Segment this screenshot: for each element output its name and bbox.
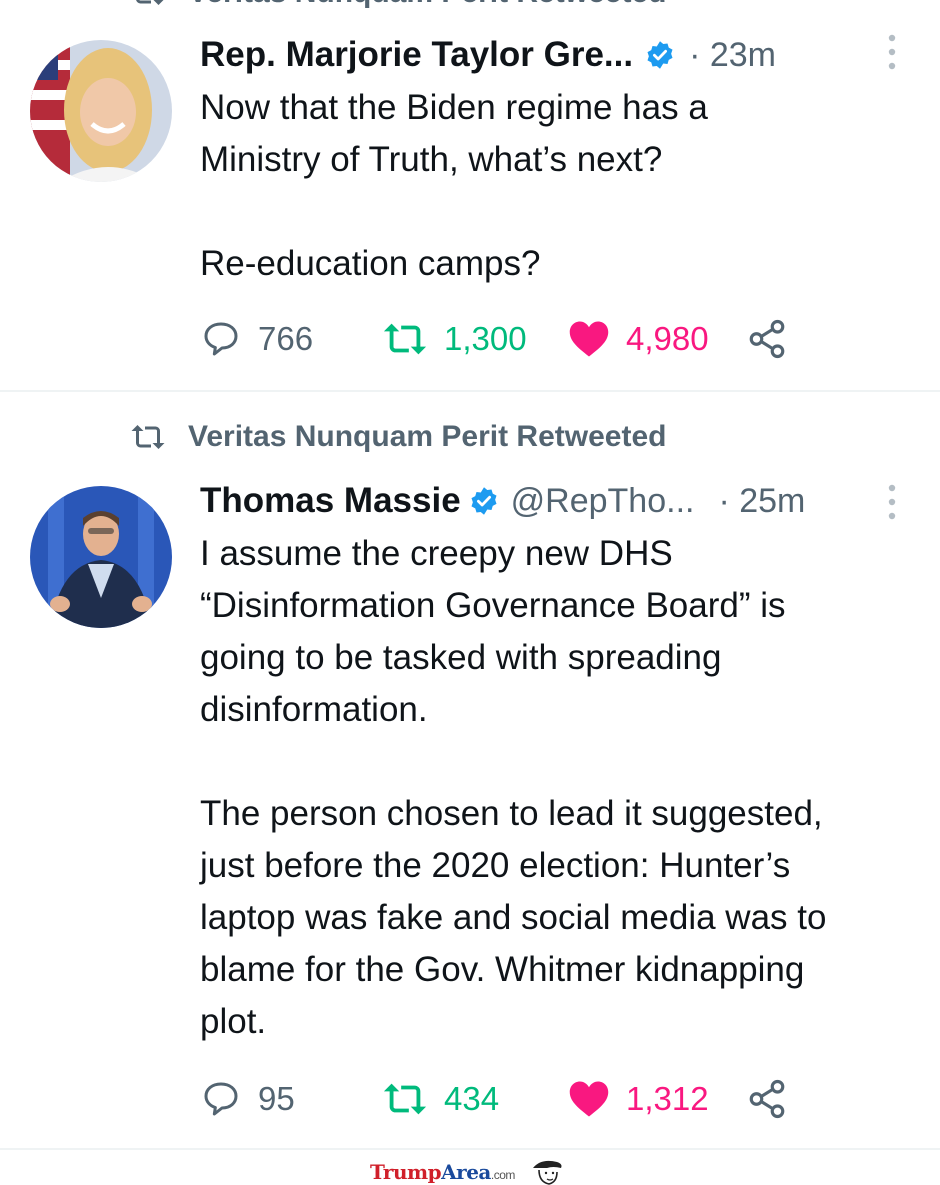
tweet-time[interactable]: · 23m [689,36,776,75]
retweet-header-top: Veritas Nunquam Perit Retweeted [130,0,666,10]
retweet-count: 1,300 [444,320,527,357]
caricature-icon [532,1160,562,1185]
reply-button[interactable]: 95 [200,1079,382,1119]
reply-button[interactable]: 766 [200,319,382,359]
reply-count: 766 [258,320,314,357]
heart-icon [569,1081,609,1117]
tweet-header: Thomas Massie @RepTho... · 25m [200,478,900,524]
reply-icon [204,322,238,356]
tweet-time[interactable]: · 25m [718,482,805,521]
tweet-text: Now that the Biden regime has a Ministry… [200,88,708,283]
tweet-divider [0,1148,940,1150]
retweet-button[interactable]: 1,300 [382,319,568,359]
watermark-part-2: Area [441,1160,491,1184]
avatar[interactable] [30,486,172,628]
verified-badge-icon [647,41,673,69]
watermark-part-3: .com [490,1168,516,1182]
heart-icon [569,321,609,357]
share-icon[interactable] [746,318,788,360]
tweet-divider [0,390,940,392]
share-icon[interactable] [746,1078,788,1120]
more-options-icon[interactable] [884,482,900,522]
avatar[interactable] [30,40,172,182]
watermark-part-1: Trump [370,1160,442,1184]
tweet-actions: 766 1,300 4,980 [200,314,900,364]
watermark: TrumpArea.com [370,1158,567,1185]
reply-count: 95 [258,1080,295,1117]
watermark-logo-text: TrumpArea.com [370,1160,515,1184]
author-name[interactable]: Rep. Marjorie Taylor Gre... [200,35,633,75]
retweet-icon [383,1083,427,1115]
retweet-header-top-label: Veritas Nunquam Perit Retweeted [188,0,666,10]
tweet-actions: 95 434 1,312 [200,1074,900,1124]
tweet-text: I assume the creepy new DHS “Disinformat… [200,534,827,1041]
retweet-icon [131,425,165,449]
retweet-icon [136,0,164,5]
like-count: 1,312 [626,1080,709,1117]
author-name[interactable]: Thomas Massie [200,481,461,521]
author-handle[interactable]: @RepTho... [511,482,695,521]
like-count: 4,980 [626,320,709,357]
retweet-header: Veritas Nunquam Perit Retweeted [130,418,666,456]
like-button[interactable]: 1,312 [568,1079,750,1119]
retweet-count: 434 [444,1080,500,1117]
reply-icon [204,1082,238,1116]
verified-badge-icon [471,487,497,515]
retweeted-by-label[interactable]: Veritas Nunquam Perit Retweeted [188,420,666,454]
more-options-icon[interactable] [884,32,900,72]
retweet-icon [383,323,427,355]
tweet-header: Rep. Marjorie Taylor Gre... · 23m [200,32,900,78]
retweet-button[interactable]: 434 [382,1079,568,1119]
like-button[interactable]: 4,980 [568,319,750,359]
